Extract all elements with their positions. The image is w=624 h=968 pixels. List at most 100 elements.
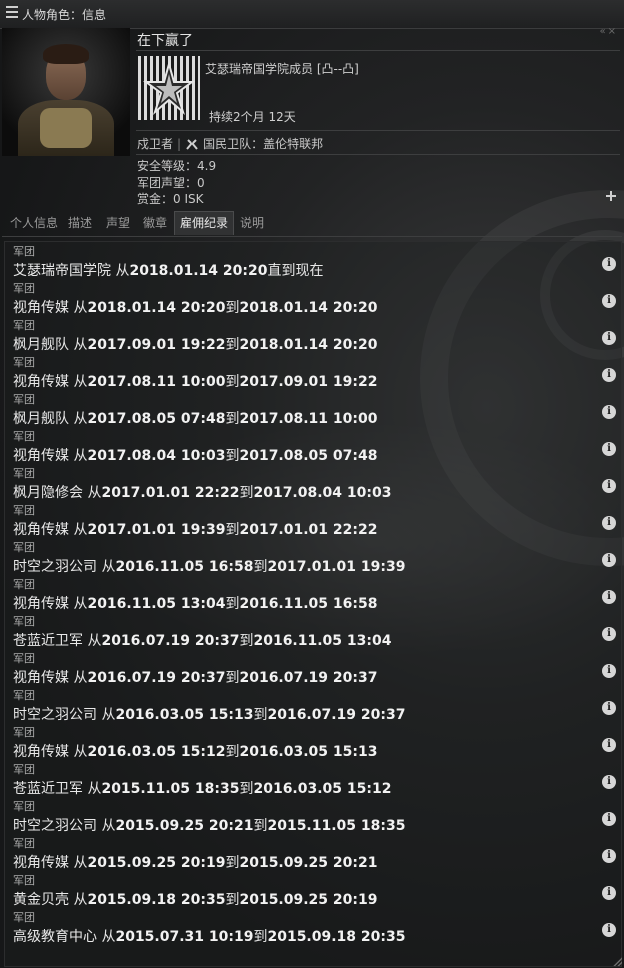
security-status: 安全等级：4.9 <box>137 159 217 173</box>
to-word: 到 <box>253 818 268 834</box>
row-text: 视角传媒 从2018.01.14 20:20到2018.01.14 20:20 <box>13 299 377 317</box>
corp-link[interactable]: 视角传媒 <box>13 300 69 316</box>
row-type-label: 军团 <box>13 911 35 924</box>
history-row: 军团 高级教育中心 从2015.07.31 10:19到2015.09.18 20… <box>5 911 621 948</box>
tab-personal-info[interactable]: 个人信息 <box>6 212 62 235</box>
from-word: 从 <box>101 818 116 834</box>
row-text: 枫月隐修会 从2017.01.01 22:22到2017.08.04 10:03 <box>13 484 391 502</box>
info-icon[interactable]: i <box>602 701 616 715</box>
title-bar[interactable]: 人物角色：信息 <box>0 0 624 29</box>
from-date: 2017.08.04 10:03 <box>87 448 226 464</box>
to-date: 2016.07.19 20:37 <box>267 707 406 723</box>
from-date: 2016.03.05 15:13 <box>115 707 254 723</box>
to-date: 2015.09.25 20:19 <box>239 892 378 908</box>
to-date: 2017.01.01 22:22 <box>239 522 378 538</box>
info-icon[interactable]: i <box>602 738 616 752</box>
corporation-name[interactable]: 艾瑟瑞帝国学院成员 [凸--凸] <box>205 60 359 77</box>
info-icon[interactable]: i <box>602 775 616 789</box>
history-row: 军团 枫月舰队 从2017.09.01 19:22到2018.01.14 20:2… <box>5 319 621 356</box>
row-type-label: 军团 <box>13 282 35 295</box>
add-button[interactable] <box>605 190 617 202</box>
row-type-label: 军团 <box>13 541 35 554</box>
info-icon[interactable]: i <box>602 368 616 382</box>
from-date: 2017.08.11 10:00 <box>87 374 226 390</box>
corp-link[interactable]: 艾瑟瑞帝国学院 <box>13 263 111 279</box>
row-text: 视角传媒 从2017.01.01 19:39到2017.01.01 22:22 <box>13 521 377 539</box>
info-icon[interactable]: i <box>602 886 616 900</box>
tab-description[interactable]: 描述 <box>64 212 96 235</box>
to-date: 2015.11.05 18:35 <box>267 818 406 834</box>
info-icon[interactable]: i <box>602 405 616 419</box>
militia-name[interactable]: 国民卫队：盖伦特联邦 <box>203 137 323 151</box>
corporation-logo[interactable] <box>138 56 200 120</box>
corp-link[interactable]: 视角传媒 <box>13 855 69 871</box>
corp-link[interactable]: 枫月隐修会 <box>13 485 83 501</box>
character-info-window: 人物角色：信息 «× 在下赢了 艾瑟瑞帝国学院成员 [凸--凸] 持续2个月 1… <box>0 0 624 968</box>
row-text: 黄金贝壳 从2015.09.18 20:35到2015.09.25 20:19 <box>13 891 377 909</box>
info-icon[interactable]: i <box>602 627 616 641</box>
row-type-label: 军团 <box>13 874 35 887</box>
to-word: 到 <box>225 411 240 427</box>
to-word: 到 <box>225 337 240 353</box>
history-row: 军团 视角传媒 从2015.09.25 20:19到2015.09.25 20:2… <box>5 837 621 874</box>
corp-link[interactable]: 时空之羽公司 <box>13 818 97 834</box>
corp-link[interactable]: 时空之羽公司 <box>13 707 97 723</box>
history-row: 军团 艾瑟瑞帝国学院 从2018.01.14 20:20直到现在 i <box>5 245 621 282</box>
corp-link[interactable]: 视角传媒 <box>13 670 69 686</box>
to-word: 到 <box>239 485 254 501</box>
from-word: 从 <box>73 522 88 538</box>
info-icon[interactable]: i <box>602 553 616 567</box>
history-row: 军团 时空之羽公司 从2015.09.25 20:21到2015.11.05 18… <box>5 800 621 837</box>
collapse-icon[interactable]: «× <box>600 26 619 37</box>
info-icon[interactable]: i <box>602 590 616 604</box>
history-row: 军团黄金贝壳 从2015.09.18 20:35到2015.09.25 20:1… <box>5 874 621 911</box>
info-icon[interactable]: i <box>602 294 616 308</box>
history-row: 军团 枫月舰队 从2017.08.05 07:48到2017.08.11 10:0… <box>5 393 621 430</box>
character-portrait[interactable] <box>2 28 130 156</box>
info-icon[interactable]: i <box>602 516 616 530</box>
tab-medals[interactable]: 徽章 <box>139 212 171 235</box>
to-word: 到 <box>253 929 268 945</box>
from-word: 从 <box>73 596 88 612</box>
info-icon[interactable]: i <box>602 442 616 456</box>
info-icon[interactable]: i <box>602 812 616 826</box>
from-word: 从 <box>73 374 88 390</box>
corp-link[interactable]: 视角传媒 <box>13 744 69 760</box>
info-icon[interactable]: i <box>602 479 616 493</box>
corp-link[interactable]: 苍蓝近卫军 <box>13 633 83 649</box>
resize-handle[interactable] <box>612 956 622 966</box>
to-word: 到 <box>225 670 240 686</box>
info-icon[interactable]: i <box>602 331 616 345</box>
info-icon[interactable]: i <box>602 849 616 863</box>
corp-link[interactable]: 视角传媒 <box>13 374 69 390</box>
divider <box>136 154 620 155</box>
info-icon[interactable]: i <box>602 664 616 678</box>
corp-link[interactable]: 时空之羽公司 <box>13 559 97 575</box>
from-date: 2015.09.25 20:21 <box>115 818 254 834</box>
corp-link[interactable]: 视角传媒 <box>13 522 69 538</box>
tab-standings[interactable]: 声望 <box>102 212 134 235</box>
row-type-label: 军团 <box>13 393 35 406</box>
militia-icon <box>186 139 198 150</box>
employment-history-list: 军团 艾瑟瑞帝国学院 从2018.01.14 20:20直到现在 i 军团 视角传媒 从… <box>4 241 622 967</box>
corp-link[interactable]: 视角传媒 <box>13 448 69 464</box>
to-word: 到 <box>239 781 254 797</box>
corp-link[interactable]: 视角传媒 <box>13 596 69 612</box>
to-date: 2017.09.01 19:22 <box>239 374 378 390</box>
info-icon[interactable]: i <box>602 257 616 271</box>
to-date: 2016.11.05 16:58 <box>239 596 378 612</box>
tab-notes[interactable]: 说明 <box>236 212 268 235</box>
corp-link[interactable]: 枫月舰队 <box>13 411 69 427</box>
from-word: 从 <box>101 929 116 945</box>
from-word: 从 <box>73 744 88 760</box>
corp-link[interactable]: 苍蓝近卫军 <box>13 781 83 797</box>
info-icon[interactable]: i <box>602 923 616 937</box>
row-text: 枫月舰队 从2017.09.01 19:22到2018.01.14 20:20 <box>13 336 377 354</box>
to-word: 到 <box>225 300 240 316</box>
to-word: 到 <box>225 892 240 908</box>
corp-link[interactable]: 黄金贝壳 <box>13 892 69 908</box>
menu-icon[interactable] <box>6 6 18 18</box>
corp-link[interactable]: 枫月舰队 <box>13 337 69 353</box>
tab-employment-history[interactable]: 雇佣纪录 <box>174 211 234 235</box>
corp-link[interactable]: 高级教育中心 <box>13 929 97 945</box>
